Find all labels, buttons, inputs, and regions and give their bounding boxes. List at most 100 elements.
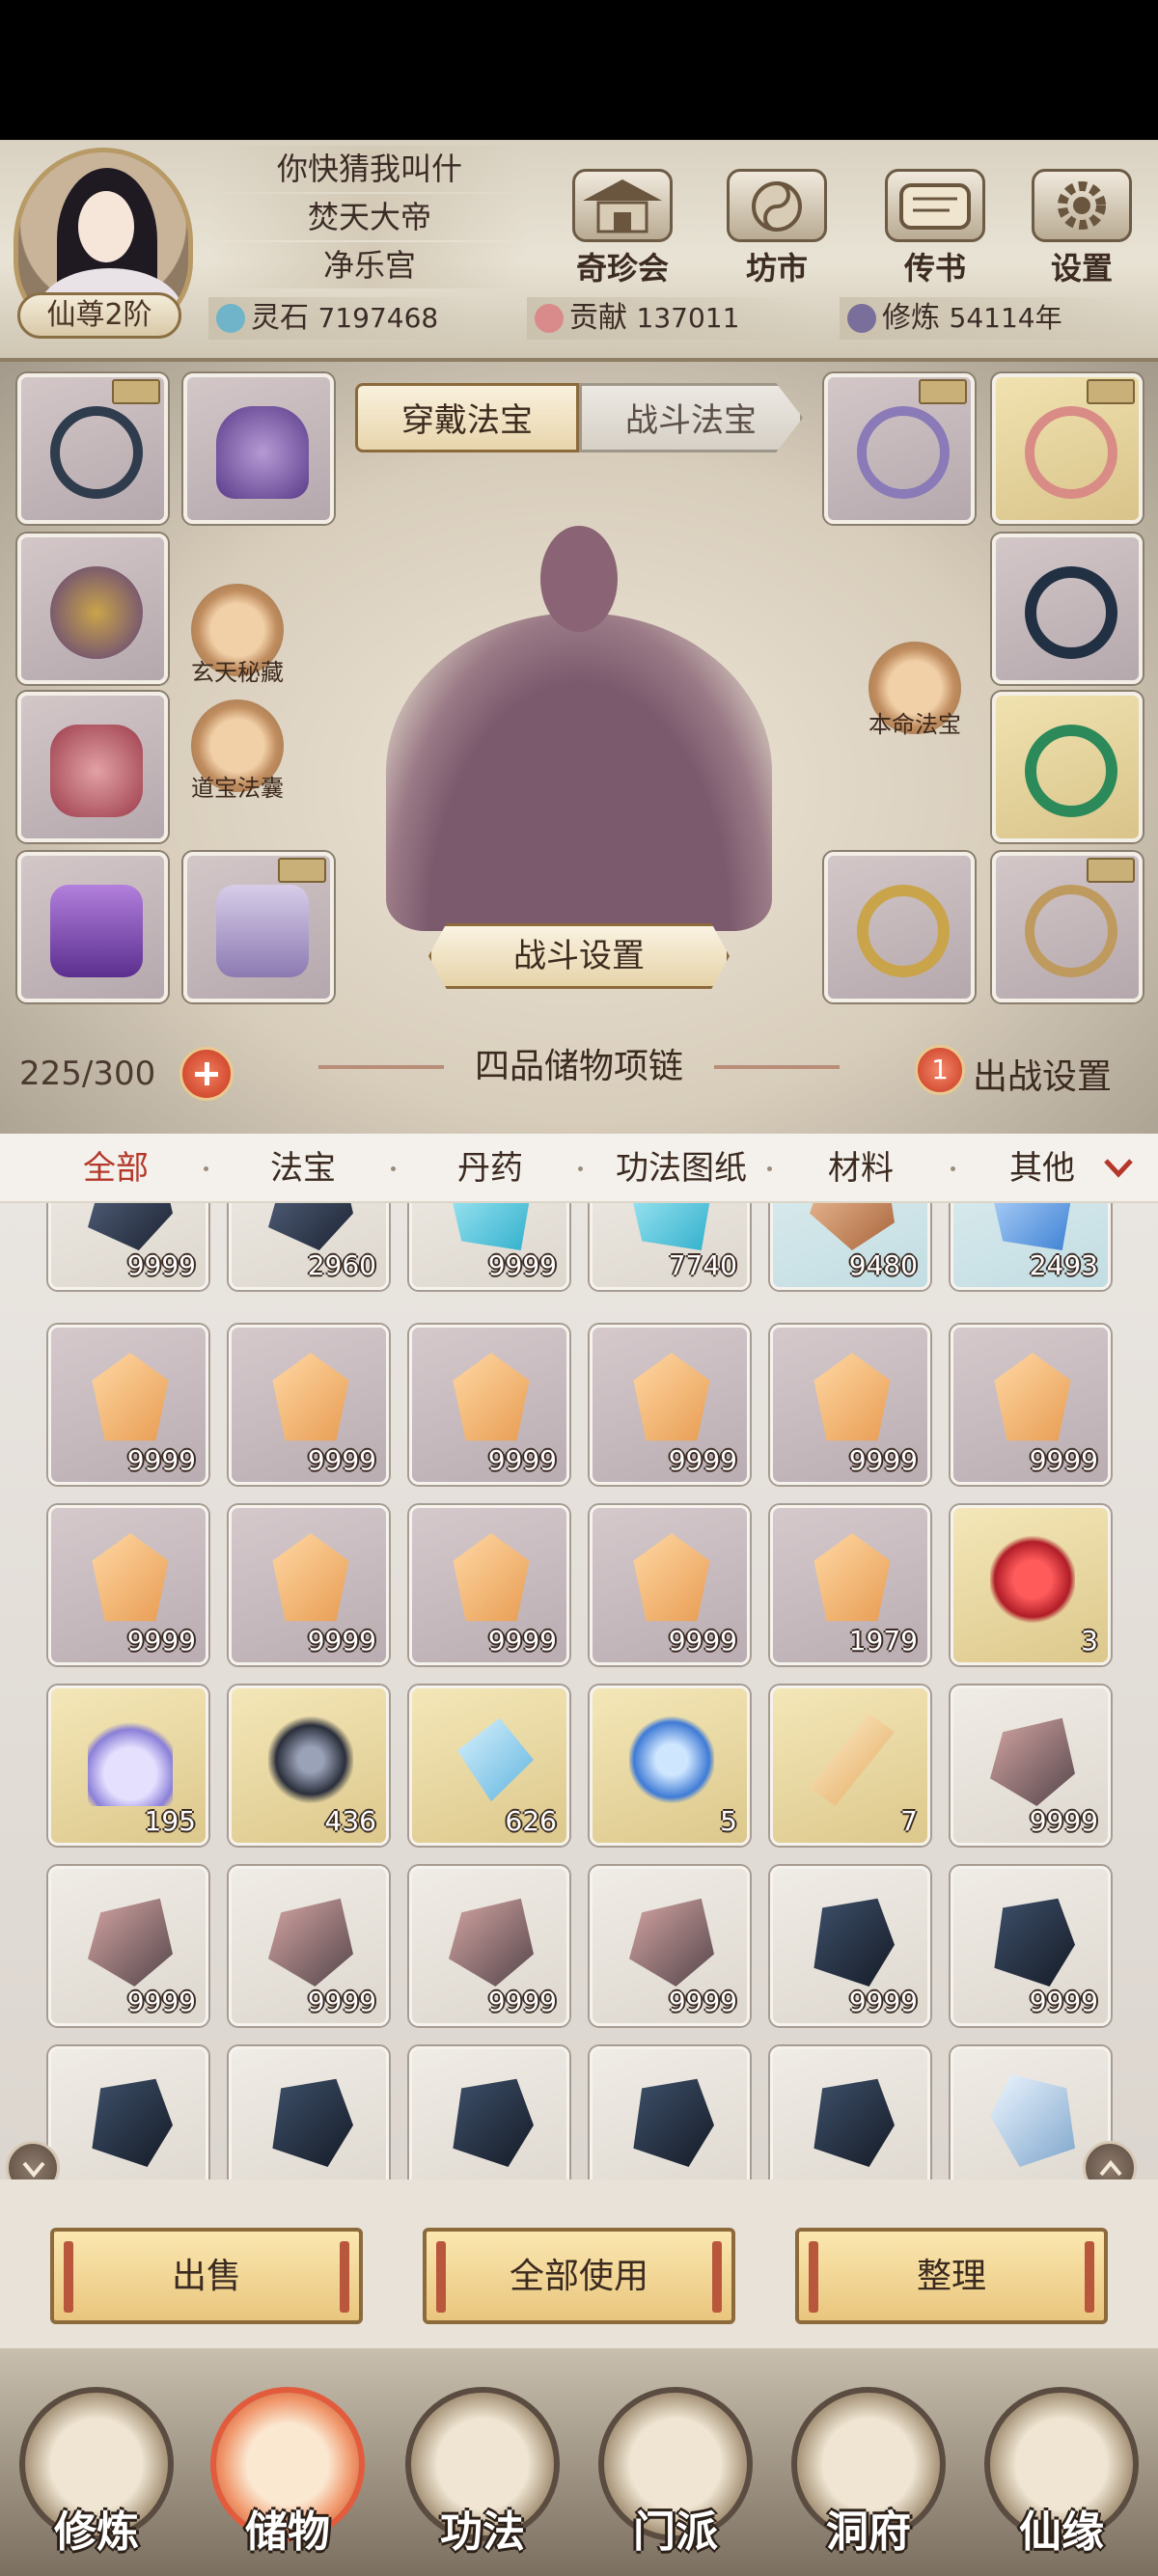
inventory-slot[interactable]: 626 [409,1685,569,1846]
tab-pills[interactable]: 丹药 [413,1134,567,1203]
nav-cave[interactable]: 洞府 [782,2387,955,2570]
inventory-slot[interactable]: 9999 [951,1866,1111,2026]
lock-icon [1087,379,1135,404]
inventory-slot[interactable]: 5 [590,1685,750,1846]
cultivation-value: 54114年 [949,302,1062,334]
inventory-slot[interactable]: 9480 [770,1203,930,1290]
spirit-stone-counter: 灵石 7197468 [208,297,479,340]
inventory-slot[interactable]: 2960 [229,1203,389,1290]
nav-sect[interactable]: 门派 [589,2387,762,2570]
inventory-slot[interactable]: 9999 [229,1505,389,1665]
settings-button[interactable]: 设置 [1019,169,1144,294]
item-count: 9999 [307,1986,376,2017]
inventory-slot[interactable] [48,2046,208,2179]
player-sect: 净乐宫 [210,242,529,288]
inventory-slot[interactable]: 195 [48,1685,208,1846]
inventory-slot[interactable]: 9999 [409,1203,569,1290]
equip-slot-ring-5[interactable] [824,852,975,1002]
inventory-slot[interactable] [229,2046,389,2179]
equip-slot-ring-1[interactable] [824,373,975,524]
inventory-slot[interactable]: 436 [229,1685,389,1846]
item-count: 9999 [307,1444,376,1476]
inventory-slot[interactable]: 9999 [48,1866,208,2026]
item-count: 9999 [307,1625,376,1657]
equip-slot-ring-2[interactable] [992,373,1143,524]
inventory-slot[interactable]: 9999 [590,1505,750,1665]
inventory-slot[interactable]: 9999 [770,1866,930,2026]
inventory-slot[interactable]: 9999 [409,1505,569,1665]
nav-label: 仙缘 [1019,2507,1104,2557]
bag-actions: 出售 全部使用 整理 [0,2179,1158,2348]
tab-all[interactable]: 全部 [39,1134,193,1203]
equip-slot-ring-4[interactable] [992,692,1143,842]
battle-settings-button[interactable]: 战斗设置 [428,923,730,989]
nav-storage[interactable]: 储物 [201,2387,374,2570]
player-title: 焚天大帝 [210,194,529,240]
deploy-settings-button[interactable]: 出战设置 [973,1049,1112,1099]
lock-icon [919,379,967,404]
contribution-icon [535,304,564,333]
inventory-slot[interactable]: 9999 [951,1325,1111,1485]
inventory-slot[interactable]: 7740 [590,1203,750,1290]
expand-capacity-button[interactable] [179,1047,234,1101]
equip-slot-ring-3[interactable] [992,534,1143,684]
chevron-down-icon[interactable] [1102,1151,1135,1184]
tab-worn-treasures[interactable]: 穿戴法宝 [355,383,579,452]
tab-treasures[interactable]: 法宝 [226,1134,380,1203]
inventory-slot[interactable]: 9999 [409,1866,569,2026]
inventory-slot[interactable]: 9999 [951,1685,1111,1846]
inventory-slot[interactable]: 9999 [590,1325,750,1485]
nav-cultivate[interactable]: 修炼 [10,2387,183,2570]
item-count: 3 [1081,1625,1098,1657]
equip-slot-gloves[interactable] [17,692,168,842]
market-button[interactable]: 坊市 [714,169,840,294]
blue-crystal-icon [990,1203,1075,1250]
treasure-fair-button[interactable]: 奇珍会 [560,169,685,294]
inventory-slot[interactable]: 9999 [48,1505,208,1665]
pants-icon [50,885,143,977]
rune-ore-icon [813,1898,895,1987]
equip-tab-group: 穿戴法宝 战斗法宝 [355,383,803,452]
inventory-slot[interactable]: 9999 [229,1325,389,1485]
equip-slot-pants[interactable] [17,852,168,1002]
inventory-slot[interactable] [590,2046,750,2179]
inventory-slot[interactable] [770,2046,930,2179]
nav-techniques[interactable]: 功法 [396,2387,569,2570]
equip-slot-ring-6[interactable] [992,852,1143,1002]
letters-button[interactable]: 传书 [872,169,998,294]
use-all-button[interactable]: 全部使用 [423,2228,735,2324]
equip-slot-necklace[interactable] [17,373,168,524]
inventory-slot[interactable] [409,2046,569,2179]
armor-icon [50,566,143,659]
inventory-slot[interactable]: 9999 [229,1866,389,2026]
letters-label: 传书 [903,250,966,287]
deploy-count-badge[interactable]: 1 [915,1045,965,1095]
equip-slot-helmet[interactable] [183,373,334,524]
dragon-ring-icon [1025,885,1117,977]
boots-icon [216,885,309,977]
rune-ore-icon [994,1898,1075,1987]
inventory-slot[interactable]: 1979 [770,1505,930,1665]
natal-treasure-label: 本命法宝 [868,711,961,738]
inventory-slot[interactable]: 9999 [590,1866,750,2026]
inventory-slot[interactable]: 7 [770,1685,930,1846]
tab-battle-treasures[interactable]: 战斗法宝 [579,383,803,452]
equip-slot-armor[interactable] [17,534,168,684]
inventory-slot[interactable]: 9999 [48,1325,208,1485]
inventory-slot[interactable]: 9999 [409,1325,569,1485]
inventory-slot[interactable]: 9999 [48,1203,208,1290]
tab-other[interactable]: 其他 [965,1134,1119,1203]
inventory-slot[interactable]: 9999 [770,1325,930,1485]
inventory-slot[interactable]: 2493 [951,1203,1111,1290]
orange-gem-icon [813,1533,891,1622]
chevron-up-icon [1099,2159,1122,2177]
tab-techniques[interactable]: 功法图纸 [585,1134,778,1203]
sell-button[interactable]: 出售 [50,2228,363,2324]
tab-materials[interactable]: 材料 [784,1134,938,1203]
inventory-slot[interactable]: 3 [951,1505,1111,1665]
item-count: 9480 [848,1249,918,1281]
nav-fate[interactable]: 仙缘 [975,2387,1148,2570]
equip-slot-boots[interactable] [183,852,334,1002]
orange-gem-icon [272,1533,349,1622]
sort-button[interactable]: 整理 [795,2228,1108,2324]
